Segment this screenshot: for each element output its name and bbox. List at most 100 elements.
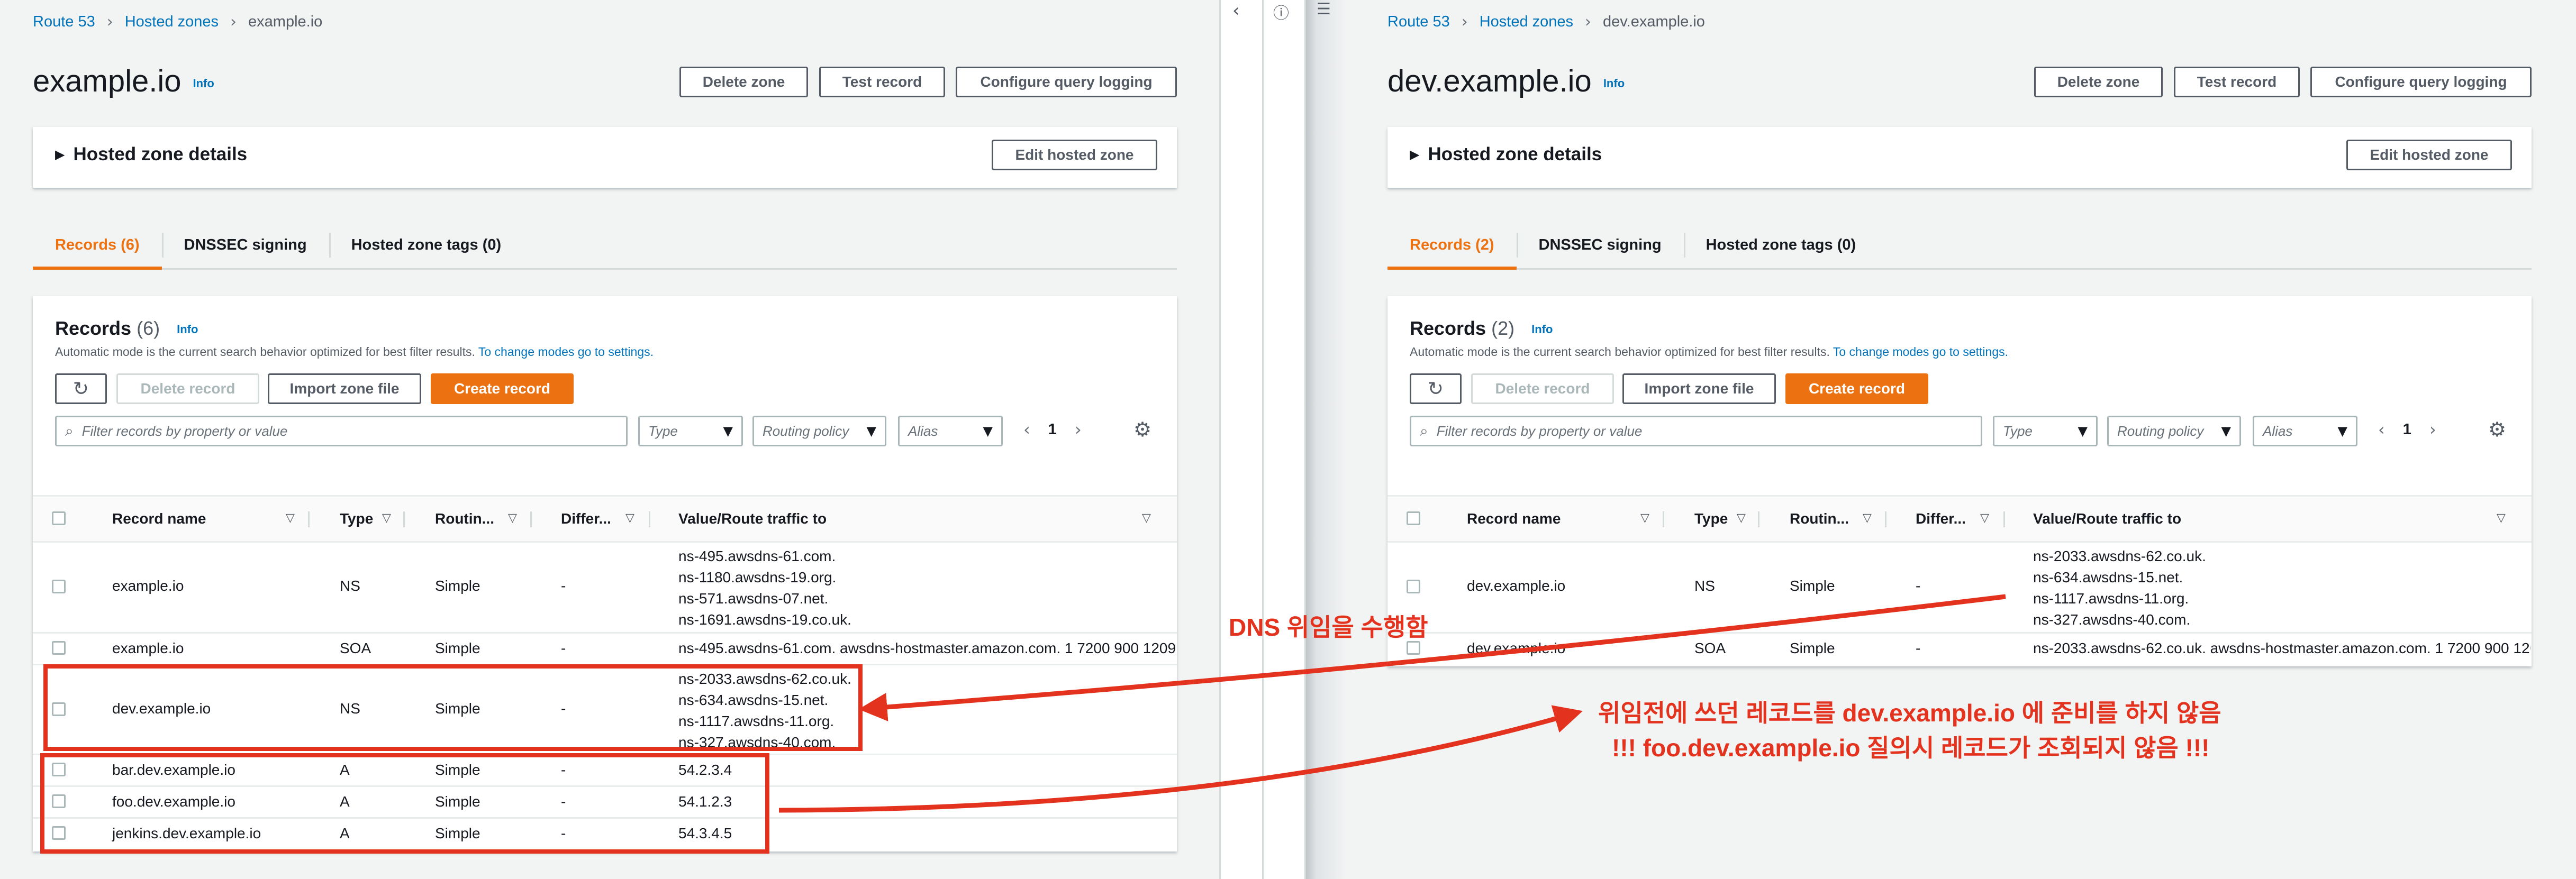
column-differentiator[interactable]: Differ... [561,497,611,541]
breadcrumb-hosted-zones[interactable]: Hosted zones [125,13,219,31]
change-modes-link[interactable]: To change modes go to settings. [1833,345,2008,359]
column-differentiator[interactable]: Differ... [1916,497,1966,541]
caret-down-icon: ▼ [983,424,993,438]
tab-hosted-zone-tags[interactable]: Hosted zone tags (0) [329,222,524,268]
sort-icon[interactable]: ▽ [1737,511,1746,525]
select-all-checkbox[interactable] [1407,511,1420,525]
delete-zone-button[interactable]: Delete zone [2034,67,2163,97]
chevron-right-icon[interactable]: › [1075,419,1082,440]
tab-hosted-zone-tags[interactable]: Hosted zone tags (0) [1683,222,1879,268]
change-modes-link[interactable]: To change modes go to settings. [478,345,654,359]
table-row[interactable]: example.io SOA Simple - ns-495.awsdns-61… [33,634,1177,665]
alias-filter-select[interactable]: Alias ▼ [2253,416,2357,446]
import-zone-file-button[interactable]: Import zone file [268,373,421,404]
import-zone-file-button[interactable]: Import zone file [1622,373,1776,404]
create-record-button[interactable]: Create record [1785,373,1928,404]
hosted-zone-details-toggle[interactable]: ▶ Hosted zone details [55,144,247,165]
search-input[interactable]: ⌕ Filter records by property or value [55,416,628,446]
create-record-button[interactable]: Create record [431,373,574,404]
type-filter-value: Type [648,423,678,439]
records-info-link[interactable]: Info [177,323,198,336]
delete-record-button[interactable]: Delete record [116,373,259,404]
search-icon: ⌕ [1420,422,1428,440]
records-info-link[interactable]: Info [1531,323,1553,336]
table-row[interactable]: dev.example.io SOA Simple - ns-2033.awsd… [1387,634,2532,665]
edit-hosted-zone-button[interactable]: Edit hosted zone [992,140,1157,170]
chevron-left-icon[interactable]: ‹ [2378,419,2385,440]
configure-query-logging-button[interactable]: Configure query logging [956,67,1177,97]
breadcrumb-route53[interactable]: Route 53 [33,13,95,31]
page-title: dev.example.io Info [1387,63,1625,99]
select-all-checkbox[interactable] [52,511,66,525]
type-filter-select[interactable]: Type ▼ [1993,416,2098,446]
tab-records[interactable]: Records (6) [33,222,162,270]
routing-filter-value: Routing policy [2117,423,2204,439]
info-link[interactable]: Info [193,77,214,90]
configure-query-logging-button[interactable]: Configure query logging [2310,67,2532,97]
delete-zone-button[interactable]: Delete zone [679,67,808,97]
menu-icon[interactable]: ☰ [1317,0,1331,19]
records-description: Automatic mode is the current search beh… [1410,345,2008,359]
record-name: dev.example.io [1467,640,1566,656]
column-type[interactable]: Type [340,497,373,541]
column-type[interactable]: Type [1694,497,1728,541]
sort-icon[interactable]: ▽ [1640,511,1649,525]
breadcrumb-hosted-zones[interactable]: Hosted zones [1480,13,1573,31]
sort-icon[interactable]: ▽ [2497,511,2506,525]
column-record-name[interactable]: Record name [1467,497,1561,541]
record-value: ns-495.awsdns-61.com. ns-1180.awsdns-19.… [678,546,851,630]
split-divider[interactable]: ☰ [1306,0,1346,879]
records-count: (6) [137,317,160,339]
zone-name: example.io [33,64,182,98]
test-record-button[interactable]: Test record [819,67,945,97]
test-record-button[interactable]: Test record [2174,67,2300,97]
column-routing[interactable]: Routin... [435,497,494,541]
sort-icon[interactable]: ▽ [1863,511,1872,525]
hosted-zone-details-title: Hosted zone details [73,144,248,164]
refresh-button[interactable]: ↻ [1410,373,1462,404]
sort-icon[interactable]: ▽ [1980,511,1989,525]
edit-hosted-zone-button[interactable]: Edit hosted zone [2346,140,2512,170]
info-icon[interactable]: ⓘ [1273,0,1289,23]
info-link[interactable]: Info [1603,77,1625,90]
page-number[interactable]: 1 [2403,421,2411,438]
records-title: Records (6) Info [55,317,198,340]
column-value[interactable]: Value/Route traffic to [2033,497,2181,541]
column-value[interactable]: Value/Route traffic to [678,497,827,541]
sort-icon[interactable]: ▽ [1142,511,1151,525]
refresh-button[interactable]: ↻ [55,373,107,404]
delete-record-button[interactable]: Delete record [1471,373,1614,404]
tab-records[interactable]: Records (2) [1387,222,1517,270]
row-checkbox[interactable] [52,641,66,655]
type-filter-select[interactable]: Type ▼ [638,416,743,446]
row-checkbox[interactable] [1407,580,1420,593]
sort-icon[interactable]: ▽ [625,511,634,525]
hosted-zone-details-toggle[interactable]: ▶ Hosted zone details [1410,144,1602,165]
record-name: example.io [112,578,184,594]
annotation-warning-line2: !!! foo.dev.example.io 질의시 레코드가 조회되지 않음 … [1612,734,2210,762]
records-description-text: Automatic mode is the current search beh… [1410,345,1830,359]
sort-icon[interactable]: ▽ [286,511,295,525]
tab-dnssec-signing[interactable]: DNSSEC signing [1516,222,1684,268]
routing-policy-filter-select[interactable]: Routing policy ▼ [2107,416,2241,446]
table-row[interactable]: dev.example.io NS Simple - ns-2033.awsdn… [1387,543,2532,634]
record-differentiator: - [561,578,566,594]
breadcrumb-route53[interactable]: Route 53 [1387,13,1450,31]
column-routing[interactable]: Routin... [1790,497,1849,541]
search-input[interactable]: ⌕ Filter records by property or value [1410,416,1982,446]
sort-icon[interactable]: ▽ [382,511,391,525]
table-row[interactable]: example.io NS Simple - ns-495.awsdns-61.… [33,543,1177,634]
chevron-left-icon[interactable]: ‹ [1023,419,1030,440]
gear-icon[interactable]: ⚙ [2488,418,2506,441]
column-record-name[interactable]: Record name [112,497,206,541]
chevron-left-icon[interactable]: ‹ [1232,0,1240,21]
routing-policy-filter-select[interactable]: Routing policy ▼ [752,416,886,446]
page-number[interactable]: 1 [1048,421,1057,438]
tab-dnssec-signing[interactable]: DNSSEC signing [161,222,329,268]
row-checkbox[interactable] [52,580,66,593]
alias-filter-select[interactable]: Alias ▼ [898,416,1003,446]
chevron-right-icon: › [1585,13,1592,31]
sort-icon[interactable]: ▽ [508,511,517,525]
gear-icon[interactable]: ⚙ [1133,418,1151,441]
chevron-right-icon[interactable]: › [2429,419,2436,440]
